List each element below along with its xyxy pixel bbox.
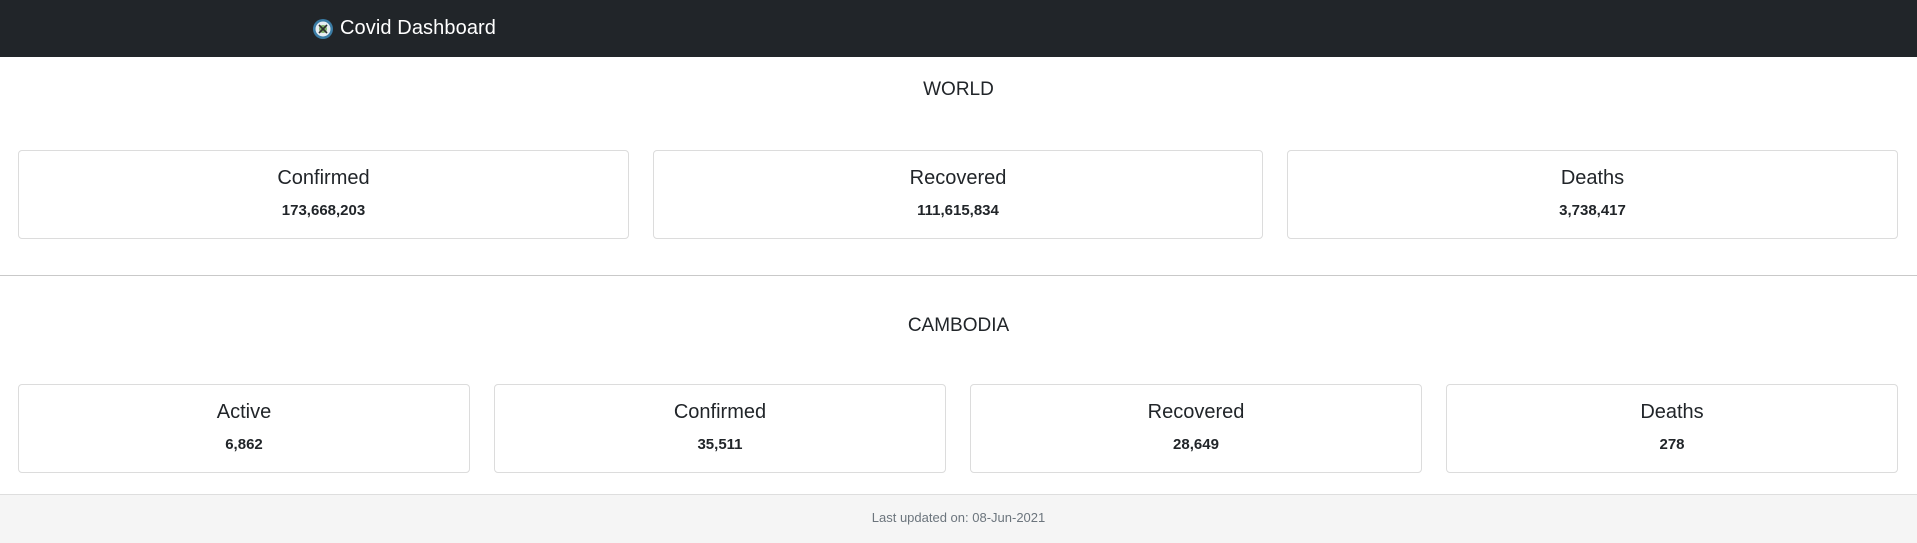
covid-logo-icon: [312, 18, 334, 40]
cambodia-confirmed-card: Confirmed 35,511: [494, 384, 946, 473]
brand-link[interactable]: Covid Dashboard: [312, 0, 496, 57]
card-value: 6,862: [225, 436, 263, 453]
navbar: Covid Dashboard: [0, 0, 1917, 57]
card-value: 28,649: [1173, 436, 1219, 453]
card-label: Recovered: [909, 167, 1007, 189]
brand-title: Covid Dashboard: [340, 17, 497, 39]
cambodia-active-card: Active 6,862: [18, 384, 470, 473]
card-label: Deaths: [1640, 401, 1704, 423]
card-label: Confirmed: [277, 167, 370, 189]
world-deaths-card: Deaths 3,738,417: [1287, 150, 1898, 239]
world-confirmed-card: Confirmed 173,668,203: [18, 150, 629, 239]
card-value: 3,738,417: [1559, 202, 1626, 219]
card-value: 111,615,834: [917, 202, 999, 219]
last-updated-text: Last updated on: 08-Jun-2021: [871, 510, 1046, 525]
card-value: 173,668,203: [281, 202, 366, 219]
cambodia-deaths-card: Deaths 278: [1446, 384, 1898, 473]
section-divider: [0, 275, 1917, 276]
world-recovered-card: Recovered 111,615,834: [653, 150, 1263, 239]
cambodia-recovered-card: Recovered 28,649: [970, 384, 1422, 473]
card-label: Active: [216, 401, 272, 423]
cambodia-heading: CAMBODIA: [907, 315, 1010, 336]
card-label: Confirmed: [673, 401, 767, 423]
footer: Last updated on: 08-Jun-2021: [0, 494, 1917, 543]
world-heading: WORLD: [923, 79, 994, 100]
card-value: 278: [1659, 436, 1685, 453]
card-value: 35,511: [697, 436, 743, 453]
card-label: Deaths: [1560, 167, 1625, 189]
card-label: Recovered: [1147, 401, 1245, 423]
